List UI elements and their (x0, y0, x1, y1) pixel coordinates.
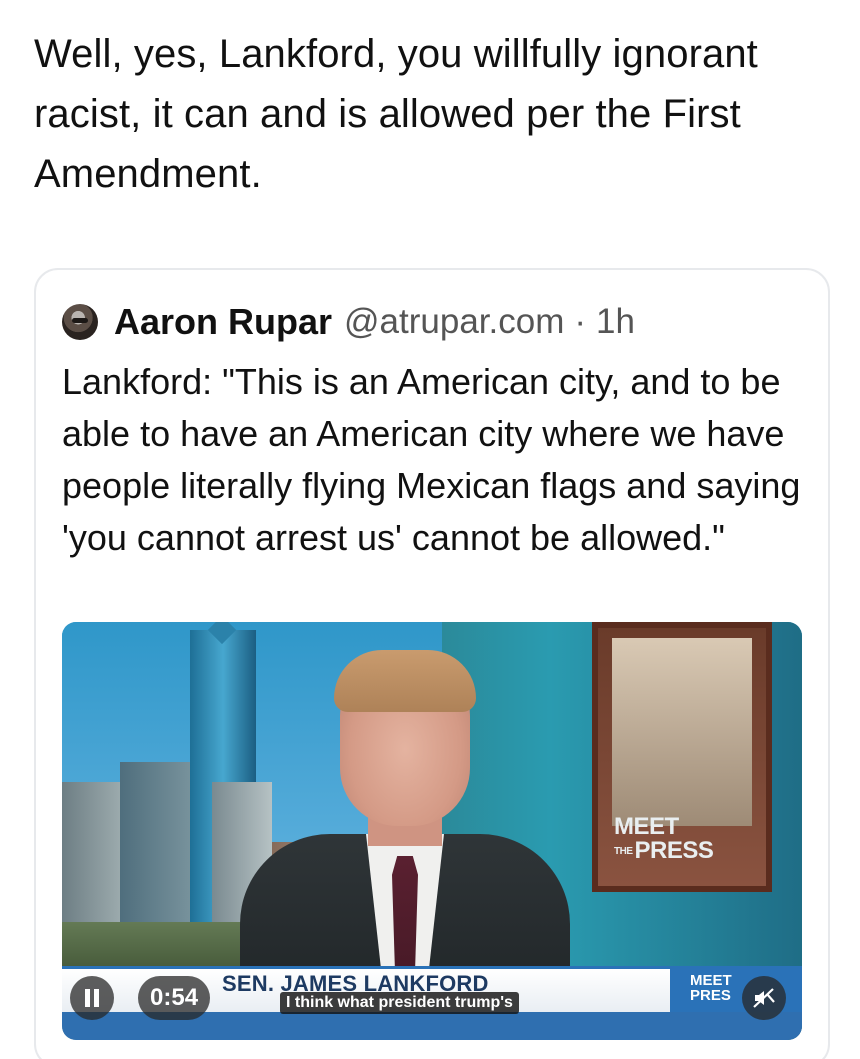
closed-caption: I think what president trump's (280, 992, 519, 1014)
pause-button[interactable] (70, 976, 114, 1020)
separator-dot: · (574, 302, 587, 341)
avatar[interactable] (62, 304, 98, 340)
corner-network-logo: MEET PRES (690, 972, 732, 1004)
meet-the-press-panel: MEET THEPRESS (592, 622, 772, 892)
mute-icon (753, 988, 775, 1008)
pause-icon (85, 989, 99, 1007)
quoted-post-header: Aaron Rupar @atrupar.com · 1h (62, 300, 635, 344)
meet-the-press-logo: MEET THEPRESS (614, 813, 714, 865)
post-timestamp[interactable]: 1h (596, 302, 635, 342)
author-name[interactable]: Aaron Rupar (114, 301, 332, 343)
mute-button[interactable] (742, 976, 786, 1020)
quoted-post-card[interactable]: Aaron Rupar @atrupar.com · 1h Lankford: … (34, 268, 830, 1059)
video-duration: 0:54 (138, 976, 211, 1020)
post-text: Well, yes, Lankford, you willfully ignor… (34, 32, 758, 196)
author-handle[interactable]: @atrupar.com (344, 302, 564, 342)
video-player[interactable]: MEET THEPRESS SEN. JAMES LANKFORD MEET P… (62, 622, 802, 1040)
quoted-post-text: Lankford: "This is an American city, and… (62, 361, 801, 558)
